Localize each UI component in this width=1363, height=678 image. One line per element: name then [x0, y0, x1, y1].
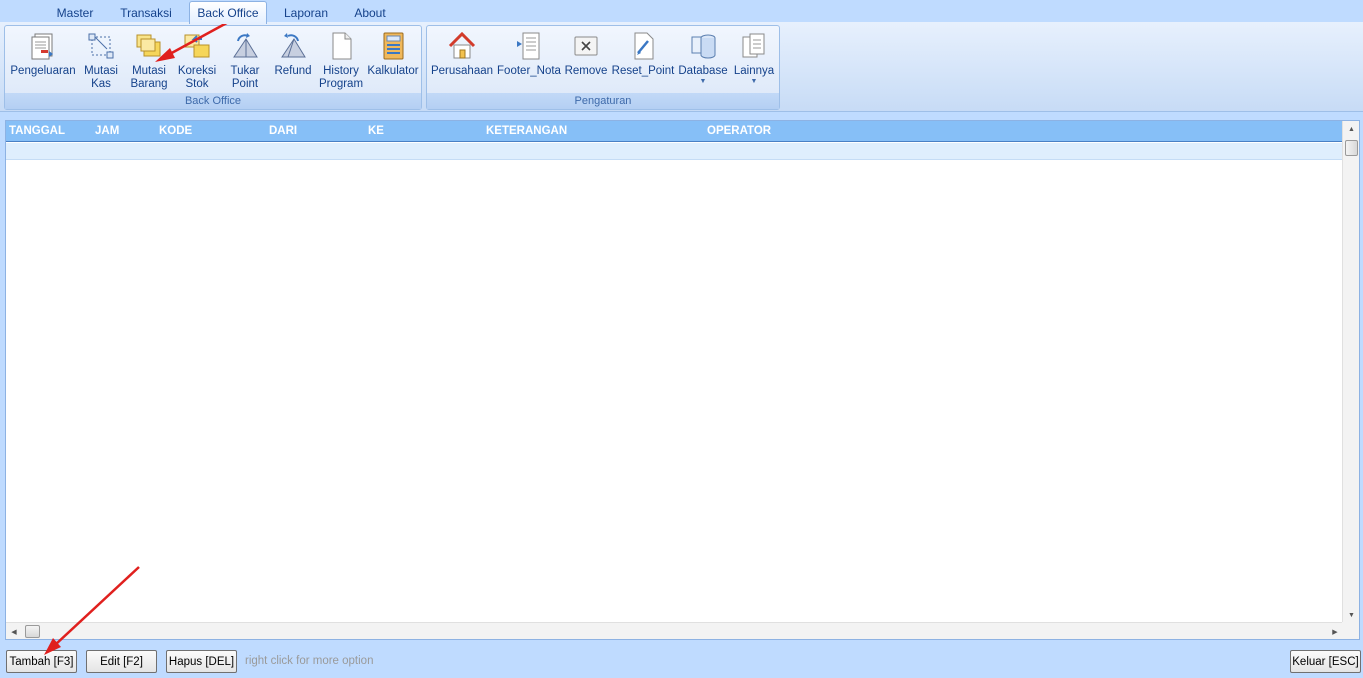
ribbon-panel: Pengeluaran Mutasi Kas Mutasi Barang Kor… — [0, 22, 1363, 112]
horizontal-scroll-thumb[interactable] — [25, 625, 40, 638]
reset-point-icon — [634, 32, 654, 60]
calculator-icon — [383, 32, 404, 60]
mutasi-barang-label: Mutasi Barang — [130, 65, 168, 90]
group-back-office: Pengeluaran Mutasi Kas Mutasi Barang Kor… — [4, 25, 422, 110]
lainnya-button[interactable]: Lainnya ▼ — [731, 28, 777, 94]
copy-documents-icon — [742, 33, 765, 58]
koreksi-stok-label: Koreksi Stok — [177, 65, 217, 90]
pengeluaran-button[interactable]: Pengeluaran — [9, 28, 77, 94]
horizontal-scrollbar[interactable]: ◀ ▶ — [6, 622, 1343, 639]
group-pengaturan-label: Pengaturan — [427, 93, 779, 109]
kalkulator-button[interactable]: Kalkulator — [367, 28, 419, 94]
exchange-point-icon — [233, 33, 258, 58]
data-grid[interactable]: TANGGAL JAM KODE DARI KE KETERANGAN OPER… — [5, 120, 1360, 640]
reset-point-label: Reset_Point — [611, 65, 675, 77]
scroll-left-icon[interactable]: ◀ — [6, 623, 22, 640]
stock-correction-icon — [184, 34, 210, 58]
refund-label: Refund — [274, 65, 312, 77]
koreksi-stok-button[interactable]: Koreksi Stok — [173, 28, 221, 94]
expense-report-icon — [31, 33, 53, 60]
history-program-label: History Program — [318, 65, 364, 90]
scroll-right-icon[interactable]: ▶ — [1327, 623, 1343, 640]
group-back-office-label: Back Office — [5, 93, 421, 109]
refund-button[interactable]: Refund — [269, 28, 317, 94]
history-program-button[interactable]: History Program — [317, 28, 365, 94]
column-header-tanggal[interactable]: TANGGAL — [9, 125, 65, 137]
cash-mutation-icon — [88, 33, 114, 59]
item-mutation-icon — [136, 34, 161, 57]
receipt-footer-icon — [517, 32, 540, 60]
lainnya-dropdown-icon: ▼ — [750, 78, 758, 85]
reset-point-button[interactable]: Reset_Point — [611, 28, 675, 94]
tukar-point-button[interactable]: Tukar Point — [223, 28, 267, 94]
database-label: Database — [678, 65, 728, 77]
perusahaan-label: Perusahaan — [430, 65, 494, 77]
tukar-point-label: Tukar Point — [230, 65, 260, 90]
tab-master[interactable]: Master — [50, 3, 100, 23]
tab-laporan[interactable]: Laporan — [278, 3, 334, 23]
ribbon-tabbar: Master Transaksi Back Office Laporan Abo… — [0, 0, 1363, 24]
footer-nota-button[interactable]: Footer_Nota — [497, 28, 561, 94]
mutasi-barang-button[interactable]: Mutasi Barang — [125, 28, 173, 94]
column-header-dari[interactable]: DARI — [269, 125, 297, 137]
remove-label: Remove — [564, 65, 608, 77]
kalkulator-label: Kalkulator — [367, 65, 419, 77]
mutasi-kas-label: Mutasi Kas — [84, 65, 118, 90]
house-icon — [448, 31, 476, 59]
mutasi-kas-button[interactable]: Mutasi Kas — [79, 28, 123, 94]
database-button[interactable]: Database ▼ — [677, 28, 729, 94]
scroll-down-icon[interactable]: ▼ — [1343, 607, 1360, 623]
context-menu-hint: right click for more option — [245, 655, 374, 667]
tab-back-office[interactable]: Back Office — [189, 1, 267, 24]
hapus-button[interactable]: Hapus [DEL] — [166, 650, 237, 673]
tab-transaksi[interactable]: Transaksi — [116, 3, 176, 23]
document-icon — [332, 32, 352, 60]
vertical-scroll-thumb[interactable] — [1345, 140, 1358, 156]
perusahaan-button[interactable]: Perusahaan — [431, 28, 493, 94]
database-dropdown-icon: ▼ — [699, 78, 707, 85]
scrollbar-corner — [1342, 622, 1359, 639]
table-row-empty[interactable] — [6, 143, 1343, 160]
group-pengaturan: Perusahaan Footer_Nota Remove Reset_Poin… — [426, 25, 780, 110]
scroll-up-icon[interactable]: ▲ — [1343, 121, 1360, 137]
remove-icon — [574, 36, 598, 56]
column-header-ke[interactable]: KE — [368, 125, 384, 137]
tambah-button[interactable]: Tambah [F3] — [6, 650, 77, 673]
column-header-kode[interactable]: KODE — [159, 125, 192, 137]
tab-about[interactable]: About — [347, 3, 393, 23]
remove-button[interactable]: Remove — [563, 28, 609, 94]
lainnya-label: Lainnya — [733, 65, 775, 77]
keluar-button[interactable]: Keluar [ESC] — [1290, 650, 1361, 673]
column-header-jam[interactable]: JAM — [95, 125, 119, 137]
column-header-keterangan[interactable]: KETERANGAN — [486, 125, 567, 137]
refund-icon — [281, 33, 306, 58]
footer-nota-label: Footer_Nota — [497, 65, 561, 77]
grid-header: TANGGAL JAM KODE DARI KE KETERANGAN OPER… — [6, 121, 1343, 142]
pengeluaran-label: Pengeluaran — [10, 65, 76, 77]
edit-button[interactable]: Edit [F2] — [86, 650, 157, 673]
column-header-operator[interactable]: OPERATOR — [707, 125, 771, 137]
vertical-scrollbar[interactable]: ▲ ▼ — [1342, 121, 1359, 623]
database-icon — [691, 34, 716, 59]
